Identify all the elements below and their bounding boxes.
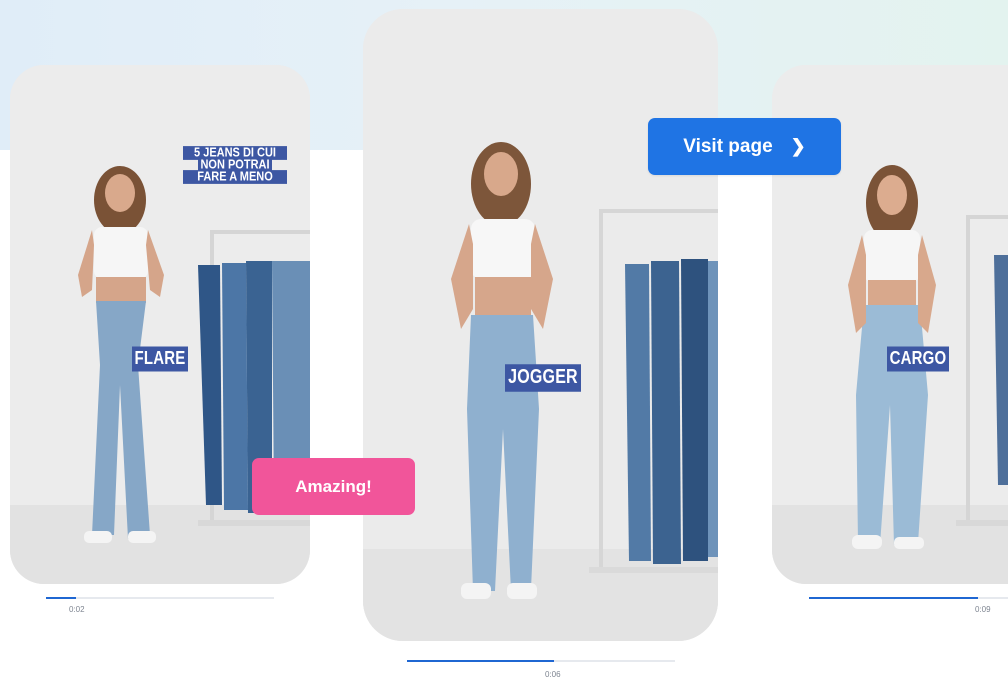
video-progress-bar[interactable] — [407, 660, 675, 662]
video-progress-bar[interactable] — [809, 597, 1008, 599]
jeans-style-tag: JOGGER — [505, 364, 581, 392]
video-timestamp: 0:06 — [545, 670, 561, 678]
amazing-reaction-button[interactable]: Amazing! — [252, 458, 415, 515]
visit-page-label: Visit page — [683, 135, 773, 157]
progress-fill — [46, 597, 76, 599]
video-progress-bar[interactable] — [46, 597, 274, 599]
reaction-label: Amazing! — [295, 476, 372, 496]
progress-fill — [809, 597, 979, 599]
visit-page-button[interactable]: Visit page ❯ — [648, 118, 841, 175]
chevron-right-icon: ❯ — [790, 136, 806, 156]
model-video-frame-jogger — [363, 9, 718, 641]
title-line: FARE A MENO — [183, 170, 287, 184]
progress-fill — [407, 660, 555, 662]
video-timestamp: 0:02 — [69, 605, 85, 614]
jeans-style-tag: CARGO — [887, 346, 949, 372]
ad-carousel-stage: 5 JEANS DI CUI NON POTRAI FARE A MENO FL… — [0, 0, 1008, 678]
video-timestamp: 0:09 — [975, 605, 991, 614]
video-card-jogger[interactable]: JOGGER — [363, 9, 718, 641]
jeans-style-tag: FLARE — [132, 346, 188, 372]
video-title-overlay: 5 JEANS DI CUI NON POTRAI FARE A MENO — [181, 146, 289, 184]
